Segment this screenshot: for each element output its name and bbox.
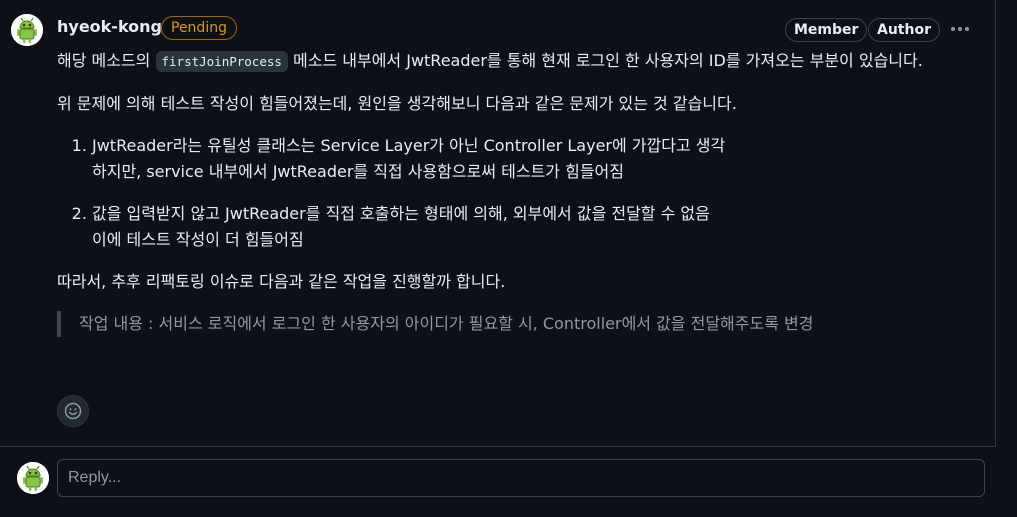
issue-list: JwtReader라는 유틸성 클래스는 Service Layer가 아닌 C… xyxy=(57,133,982,253)
comment-author-link[interactable]: hyeok-kong xyxy=(57,17,162,36)
list-item: JwtReader라는 유틸성 클래스는 Service Layer가 아닌 C… xyxy=(92,133,982,185)
kebab-horizontal-icon xyxy=(951,27,955,31)
member-badge: Member xyxy=(785,18,868,42)
smiley-icon xyxy=(64,402,82,420)
comment-body: 해당 메소드의 firstJoinProcess 메소드 내부에서 JwtRea… xyxy=(57,48,982,337)
reply-input[interactable]: Reply... xyxy=(57,459,985,497)
current-user-avatar xyxy=(17,462,49,494)
add-reaction-button[interactable] xyxy=(57,395,89,427)
inline-code: firstJoinProcess xyxy=(155,51,288,72)
author-avatar[interactable] xyxy=(11,14,43,46)
list-item: 값을 입력받지 않고 JwtReader를 직접 호출하는 형태에 의해, 외부… xyxy=(92,201,982,253)
comment-paragraph-2: 위 문제에 의해 테스트 작성이 힘들어졌는데, 원인을 생각해보니 다음과 같… xyxy=(57,94,737,113)
comment-paragraph-1: 해당 메소드의 firstJoinProcess 메소드 내부에서 JwtRea… xyxy=(57,51,923,72)
comment-quote: 작업 내용 : 서비스 로직에서 로그인 한 사용자의 아이디가 필요할 시, … xyxy=(57,311,982,337)
pending-status-badge: Pending xyxy=(161,16,237,40)
author-badge: Author xyxy=(868,18,940,42)
android-avatar-icon xyxy=(11,14,43,46)
comment-options-button[interactable] xyxy=(948,17,972,41)
android-avatar-icon xyxy=(17,462,49,494)
review-comment-panel: hyeok-kong Pending Member Author 해당 메소드의… xyxy=(0,0,996,447)
comment-paragraph-3: 따라서, 추후 리팩토링 이슈로 다음과 같은 작업을 진행할까 합니다. xyxy=(57,272,506,291)
